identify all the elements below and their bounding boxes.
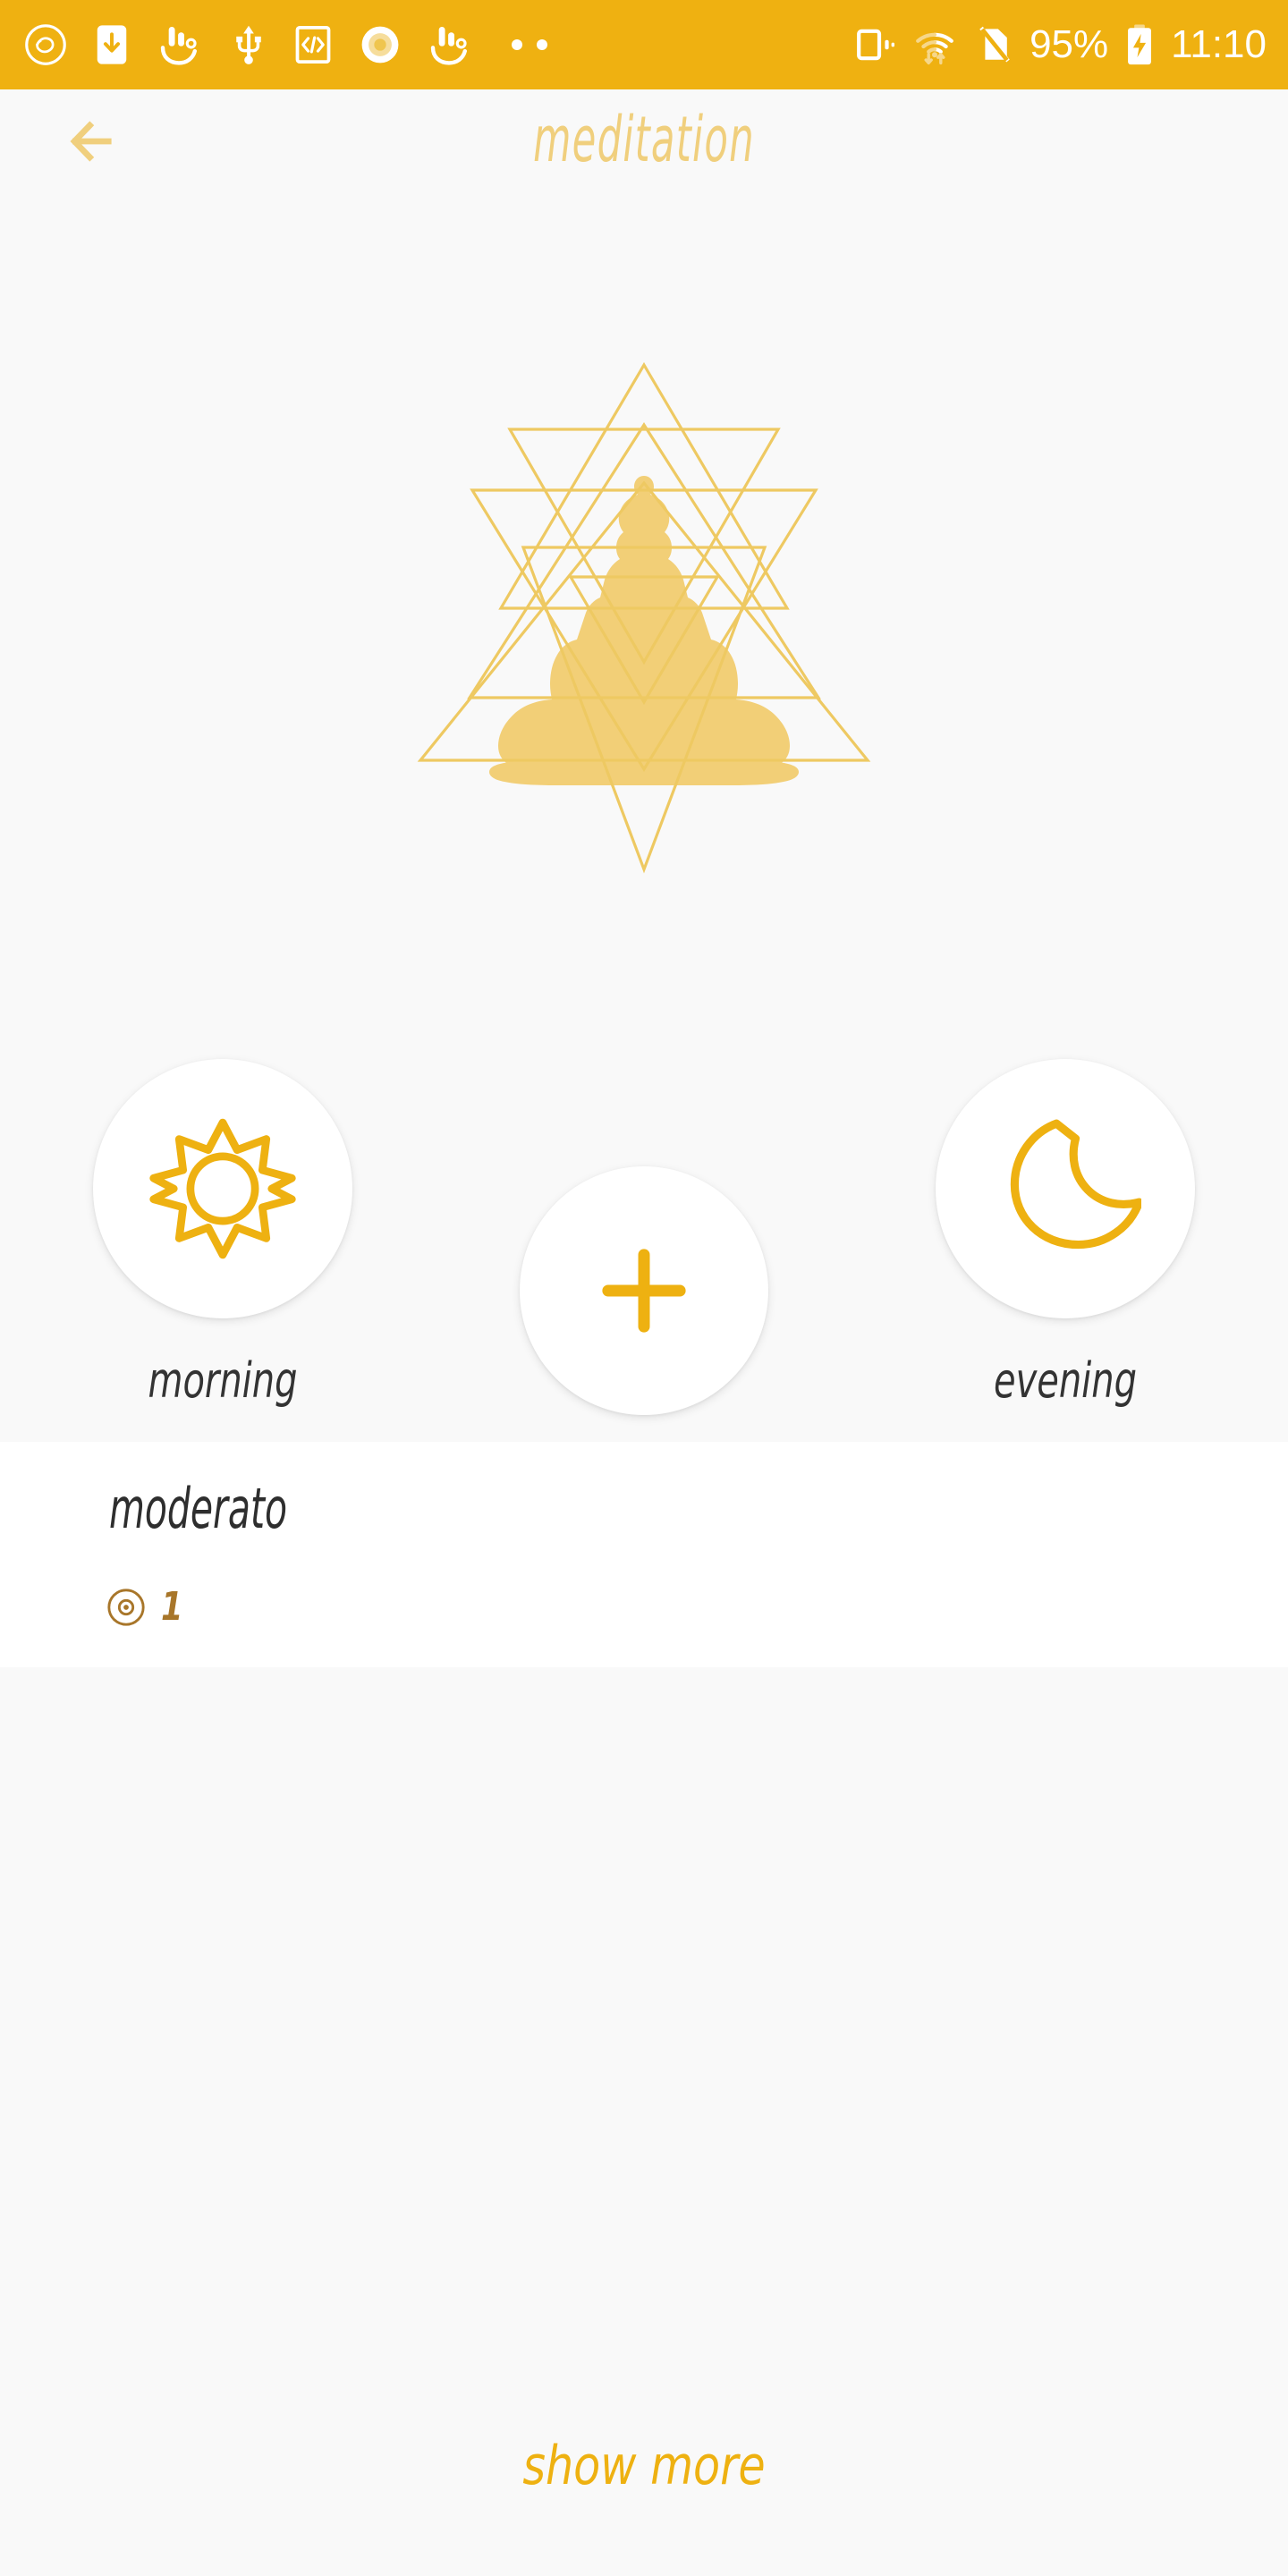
moon-icon xyxy=(1010,1119,1141,1250)
screenshot-download-icon xyxy=(97,25,127,64)
status-bar-left-icons xyxy=(23,22,547,67)
hero-section: morning create evening xyxy=(0,190,1288,1516)
arrow-left-icon xyxy=(70,121,112,162)
touchpal-keyboard-icon xyxy=(160,27,198,65)
app-circle-icon xyxy=(361,26,399,64)
buddha-silhouette-shape xyxy=(489,476,799,785)
page-title: meditation xyxy=(533,103,755,176)
back-button[interactable] xyxy=(55,104,141,179)
evening-label: evening xyxy=(994,1352,1137,1409)
usb-icon xyxy=(236,25,261,64)
show-more-button[interactable]: show more xyxy=(116,2435,1173,2497)
list-item-meta: 1 xyxy=(106,1587,189,1628)
footer-section: show more xyxy=(0,1667,1288,2576)
create-button[interactable] xyxy=(520,1166,768,1415)
battery-charging-icon xyxy=(1128,24,1152,65)
app-bar: meditation xyxy=(0,89,1288,190)
vibrate-icon xyxy=(857,29,895,61)
battery-percent-label: 95% xyxy=(1030,22,1109,66)
wifi-icon xyxy=(916,32,953,65)
disc-icon xyxy=(107,1589,145,1626)
morning-button[interactable] xyxy=(93,1059,352,1318)
developer-code-icon xyxy=(295,25,331,64)
plus-icon xyxy=(602,1249,686,1333)
list-item-count: 1 xyxy=(161,1584,183,1630)
more-notifications-icon xyxy=(512,39,547,50)
app-logo-icon xyxy=(25,24,66,65)
sri-yantra-buddha-illustration xyxy=(417,361,871,874)
sun-icon xyxy=(149,1118,296,1259)
list-item[interactable]: moderato 1 xyxy=(0,1442,1288,1667)
status-bar-right-icons: 95% 11:10 xyxy=(856,22,1267,67)
clock-label: 11:10 xyxy=(1171,22,1267,66)
evening-button[interactable] xyxy=(936,1059,1195,1318)
status-bar: 95% 11:10 xyxy=(0,0,1288,89)
list-item-title: moderato xyxy=(109,1476,288,1541)
no-sim-icon xyxy=(979,26,1010,63)
morning-label: morning xyxy=(148,1352,298,1409)
touchpal-keyboard-icon-2 xyxy=(430,27,468,65)
